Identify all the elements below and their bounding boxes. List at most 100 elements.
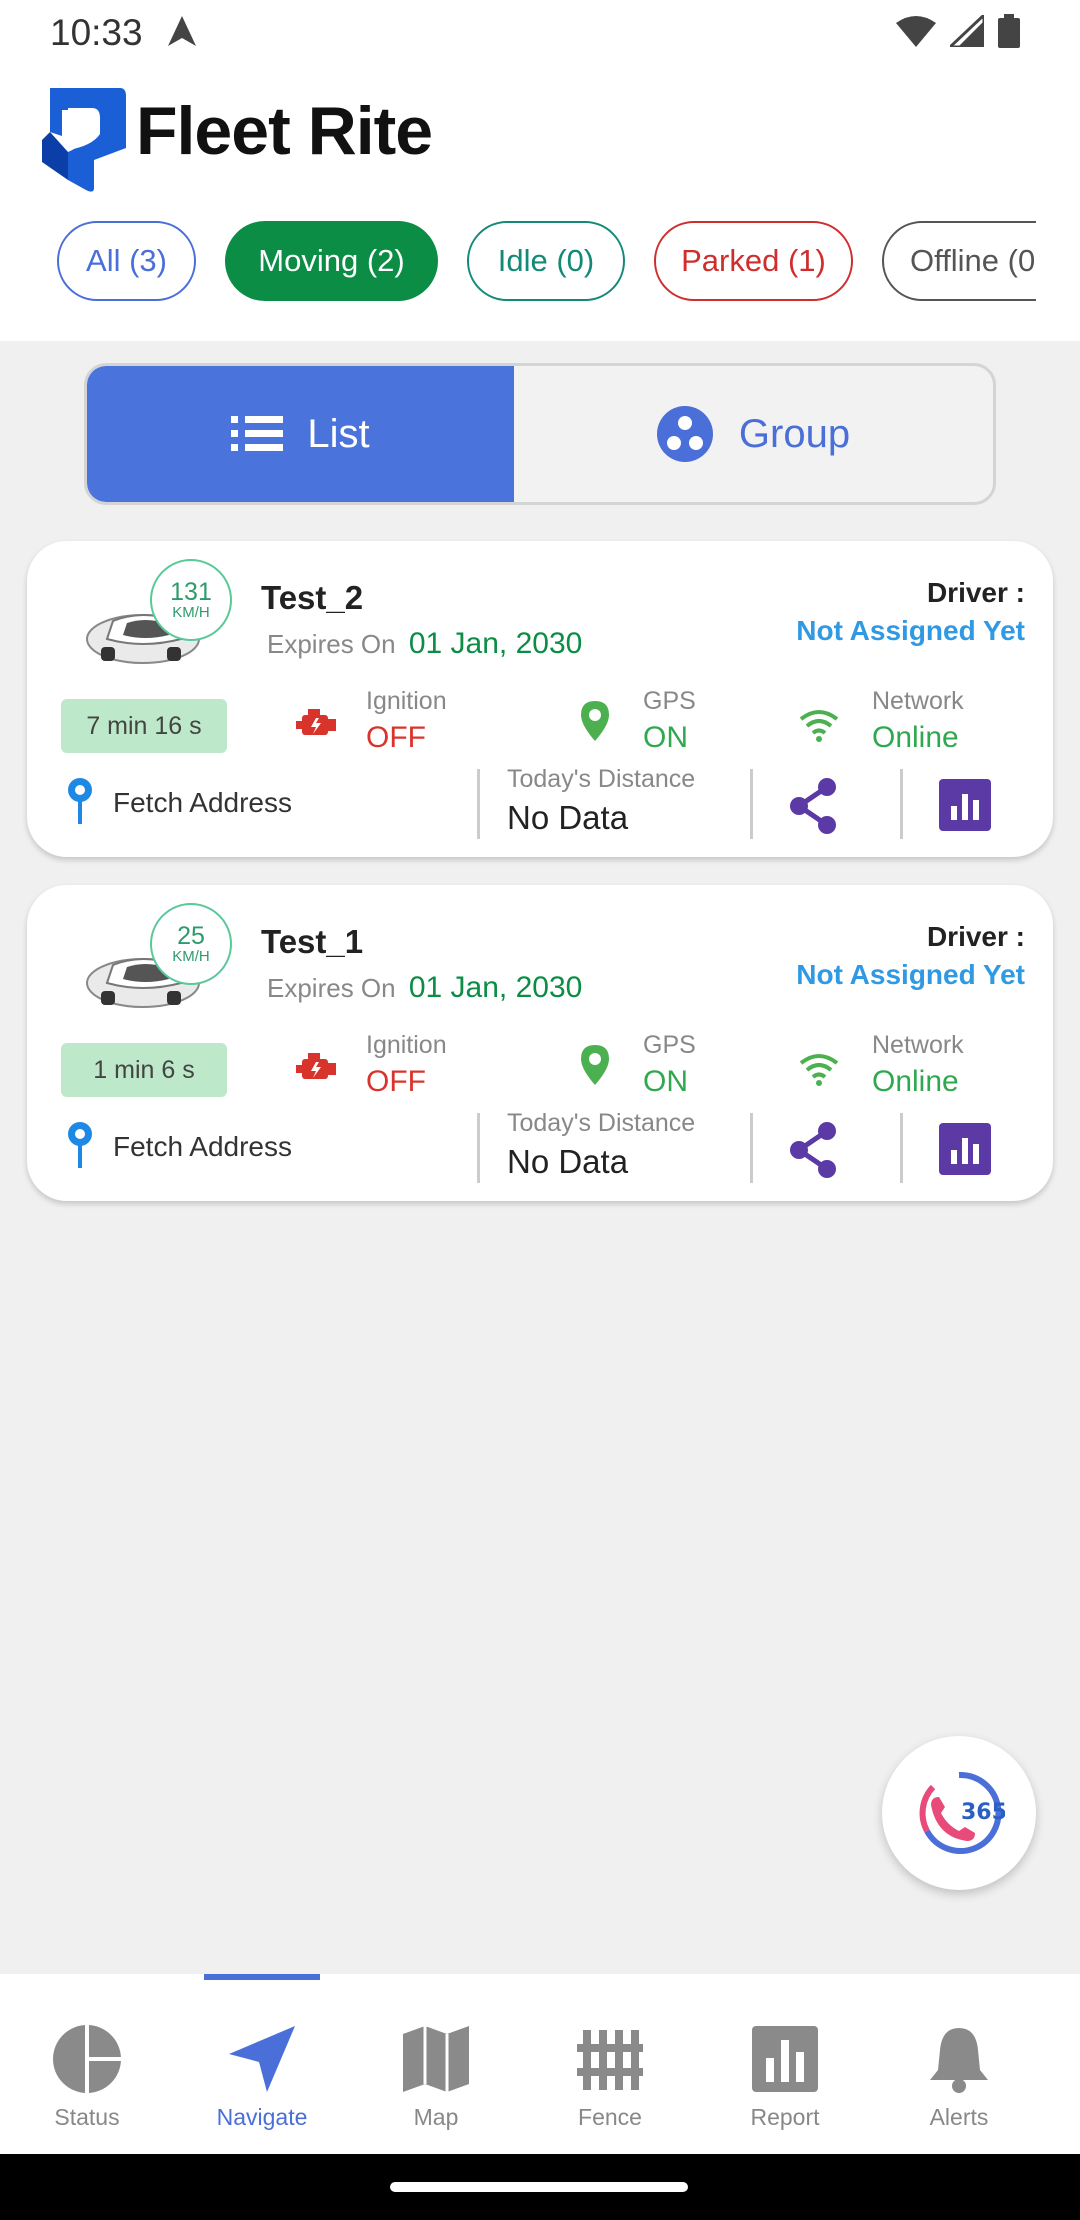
vehicle-name: Test_2 — [261, 579, 364, 616]
nav-item-alerts[interactable]: Alerts — [884, 2024, 1034, 2134]
nav-item-navigate[interactable]: Navigate — [187, 2024, 337, 2134]
filter-moving-chip[interactable]: Moving (2) — [225, 221, 438, 301]
divider — [477, 1113, 480, 1183]
address-pin-icon[interactable] — [67, 778, 93, 824]
ignition-label: Ignition — [366, 687, 447, 715]
speed-indicator: 25 KM/H — [150, 903, 232, 985]
vehicle-report-button[interactable] — [939, 779, 991, 831]
gps-value: ON — [643, 1065, 688, 1098]
support-fab-text: 365 — [961, 1800, 1005, 1825]
navigation-arrow-icon — [229, 2026, 295, 2092]
active-tab-indicator — [204, 1974, 320, 1980]
network-label: Network — [872, 1031, 964, 1059]
expires-date: 01 Jan, 2030 — [408, 971, 583, 1004]
report-bar — [973, 1144, 979, 1164]
list-view-label: List — [307, 411, 370, 456]
pie-chart-icon — [53, 2025, 121, 2093]
driver-label: Driver : — [926, 577, 1025, 608]
report-bar — [962, 1138, 968, 1164]
list-icon — [231, 416, 284, 451]
nav-label: Status — [54, 2104, 120, 2130]
distance-value: No Data — [507, 799, 629, 836]
divider — [750, 769, 753, 839]
network-value: Online — [872, 1065, 959, 1098]
gps-label: GPS — [643, 1031, 696, 1059]
filter-parked-chip[interactable]: Parked (1) — [654, 221, 853, 301]
driver-value[interactable]: Not Assigned Yet — [796, 615, 1025, 647]
filter-idle-chip[interactable]: Idle (0) — [467, 221, 625, 301]
speed-value: 25 — [177, 922, 205, 950]
share-icon[interactable] — [785, 775, 841, 837]
fleet-rite-logo-icon — [42, 88, 126, 192]
support-phone-365-icon: 365 — [919, 1771, 1005, 1854]
wifi-icon — [896, 16, 936, 47]
driver-value[interactable]: Not Assigned Yet — [796, 959, 1025, 991]
duration-badge: 1 min 6 s — [61, 1043, 227, 1097]
bar-chart-icon — [752, 2026, 818, 2092]
status-filter-row: All (3) Moving (2) Idle (0) Parked (1) O… — [0, 219, 1036, 303]
network-wifi-icon — [799, 710, 839, 742]
expires-label: Expires On — [267, 973, 396, 1003]
ignition-value: OFF — [366, 1065, 426, 1098]
divider — [750, 1113, 753, 1183]
expires-date: 01 Jan, 2030 — [408, 627, 583, 660]
support-365-button[interactable]: 365 — [882, 1736, 1036, 1890]
report-bar — [962, 794, 968, 820]
filter-all-chip[interactable]: All (3) — [57, 221, 196, 301]
home-gesture-handle[interactable] — [390, 2182, 688, 2192]
nav-item-fence[interactable]: Fence — [535, 2024, 685, 2134]
engine-icon — [296, 1053, 336, 1079]
nav-label: Fence — [578, 2104, 642, 2130]
status-bar: 10:33 — [0, 0, 1080, 66]
expiry-info: Expires On 01 Jan, 2030 — [267, 971, 582, 1005]
ignition-label: Ignition — [366, 1031, 447, 1059]
network-wifi-icon — [799, 1054, 839, 1086]
distance-label: Today's Distance — [507, 1109, 696, 1137]
list-view-button[interactable]: List — [87, 366, 514, 502]
gps-value: ON — [643, 721, 688, 754]
nav-label: Report — [750, 2104, 820, 2130]
share-icon[interactable] — [785, 1119, 841, 1181]
duration-badge: 7 min 16 s — [61, 699, 227, 753]
vehicle-card[interactable]: 131 KM/H Test_2 Expires On 01 Jan, 2030 … — [27, 541, 1053, 857]
nav-item-status[interactable]: Status — [12, 2024, 162, 2134]
divider — [900, 769, 903, 839]
speed-unit: KM/H — [172, 604, 210, 621]
system-gesture-bar — [0, 2154, 1080, 2220]
bottom-navigation: Status Navigate Map Fence Report Alerts — [0, 1974, 1080, 2154]
group-icon — [656, 406, 713, 462]
app-header: Fleet Rite All (3) Moving (2) Idle (0) P… — [0, 66, 1080, 341]
engine-icon — [296, 709, 336, 735]
nav-item-map[interactable]: Map — [361, 2024, 511, 2134]
navigation-status-icon — [168, 16, 196, 46]
fetch-address-link[interactable]: Fetch Address — [113, 787, 292, 819]
report-bar — [951, 1150, 957, 1164]
nav-label: Map — [413, 2104, 459, 2130]
vehicle-card[interactable]: 25 KM/H Test_1 Expires On 01 Jan, 2030 D… — [27, 885, 1053, 1201]
report-bar — [973, 800, 979, 820]
battery-icon — [998, 14, 1020, 48]
gps-pin-icon — [581, 701, 609, 741]
group-view-button[interactable]: Group — [514, 366, 993, 502]
gps-label: GPS — [643, 687, 696, 715]
report-bar — [951, 806, 957, 820]
bell-icon — [930, 2028, 988, 2093]
divider — [477, 769, 480, 839]
nav-label: Navigate — [216, 2104, 308, 2130]
view-toggle: List Group — [84, 363, 996, 505]
nav-item-report[interactable]: Report — [710, 2024, 860, 2134]
map-icon — [403, 2026, 469, 2092]
expiry-info: Expires On 01 Jan, 2030 — [267, 627, 582, 661]
status-time: 10:33 — [50, 12, 143, 53]
address-pin-icon[interactable] — [67, 1122, 93, 1168]
speed-indicator: 131 KM/H — [150, 559, 232, 641]
vehicle-report-button[interactable] — [939, 1123, 991, 1175]
filter-offline-chip[interactable]: Offline (0 — [882, 221, 1036, 301]
signal-icon — [950, 15, 984, 47]
fence-icon — [577, 2030, 643, 2090]
divider — [900, 1113, 903, 1183]
fetch-address-link[interactable]: Fetch Address — [113, 1131, 292, 1163]
speed-unit: KM/H — [172, 948, 210, 965]
ignition-value: OFF — [366, 721, 426, 754]
distance-value: No Data — [507, 1143, 629, 1180]
